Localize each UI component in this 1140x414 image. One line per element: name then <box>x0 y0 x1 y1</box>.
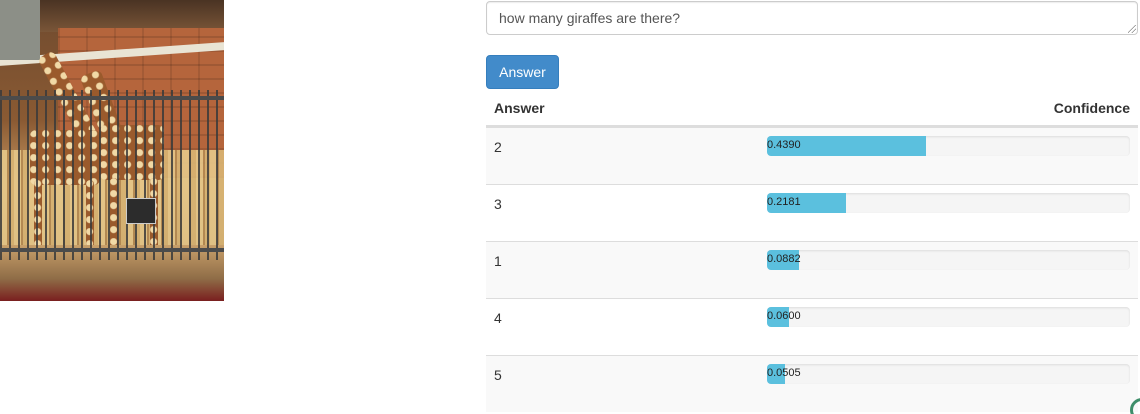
question-text: how many giraffes are there? <box>499 10 681 26</box>
confidence-bar: 0.0505 <box>767 364 1130 384</box>
giraffe-photo <box>0 0 224 301</box>
photo-fence <box>0 90 224 260</box>
confidence-bar: 0.2181 <box>767 193 1130 213</box>
table-header: Answer Confidence <box>486 92 1138 127</box>
confidence-bar: 0.4390 <box>767 136 1130 156</box>
confidence-value: 0.2181 <box>767 196 801 208</box>
confidence-bar: 0.0600 <box>767 307 1130 327</box>
answer-cell: 5 <box>494 367 502 383</box>
confidence-bar: 0.0882 <box>767 250 1130 270</box>
confidence-value: 0.0600 <box>767 310 801 322</box>
answer-cell: 1 <box>494 253 502 269</box>
column-header-answer: Answer <box>494 100 545 116</box>
question-input[interactable]: how many giraffes are there? <box>486 1 1138 35</box>
table-row: 5 0.0505 <box>486 355 1138 412</box>
table-row: 3 0.2181 <box>486 184 1138 241</box>
answer-cell: 4 <box>494 310 502 326</box>
table-row: 1 0.0882 <box>486 241 1138 298</box>
confidence-value: 0.0505 <box>767 367 801 379</box>
vqa-demo-page: how many giraffes are there? Answer Answ… <box>0 0 1140 414</box>
confidence-value: 0.4390 <box>767 139 801 151</box>
photo-fence-rail <box>0 248 224 252</box>
photo-ledge <box>0 0 40 60</box>
column-header-confidence: Confidence <box>1053 100 1130 116</box>
table-row: 4 0.0600 <box>486 298 1138 355</box>
photo-fence-rail <box>0 96 224 100</box>
answer-button[interactable]: Answer <box>486 55 559 89</box>
resize-handle-icon[interactable] <box>1128 25 1136 33</box>
table-row: 2 0.4390 <box>486 127 1138 184</box>
answer-cell: 3 <box>494 196 502 212</box>
photo-sign <box>126 198 156 224</box>
answer-cell: 2 <box>494 139 502 155</box>
results-table: Answer Confidence 2 0.4390 3 0.2181 1 0.… <box>486 92 1138 412</box>
confidence-value: 0.0882 <box>767 253 801 265</box>
